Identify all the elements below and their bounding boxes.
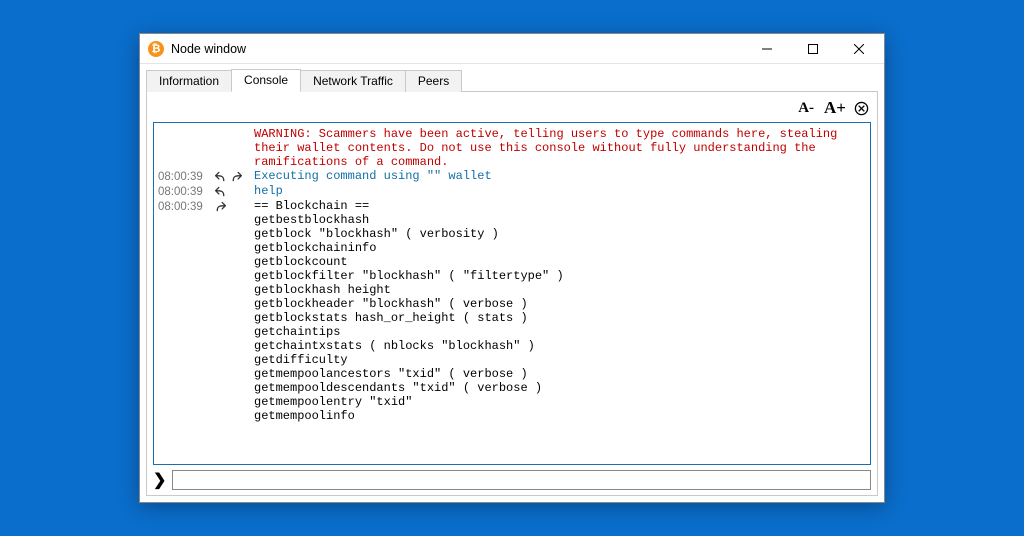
row-icon [214, 169, 254, 183]
app-icon: ₿ [148, 41, 164, 57]
reply-out-icon [214, 170, 227, 183]
console-toolbar: A- A+ [153, 97, 871, 122]
console-warning-row: WARNING: Scammers have been active, tell… [158, 127, 864, 169]
row-icon [214, 184, 254, 198]
window-title: Node window [171, 42, 246, 56]
console-output: WARNING: Scammers have been active, tell… [153, 122, 871, 465]
row-icon [214, 127, 254, 128]
console-scroll[interactable]: WARNING: Scammers have been active, tell… [154, 123, 870, 464]
tab-content: A- A+ WARNING: Scammers have been active… [146, 91, 878, 496]
font-smaller-button[interactable]: A- [796, 100, 816, 117]
tab-information[interactable]: Information [146, 70, 232, 92]
console-input[interactable] [172, 470, 871, 490]
timestamp: 08:00:39 [158, 184, 214, 199]
node-window: ₿ Node window Information Console Networ… [139, 33, 885, 503]
font-larger-button[interactable]: A+ [822, 98, 848, 118]
console-row: 08:00:39 == Blockchain == getbestblockha… [158, 199, 864, 423]
prompt-icon: ❯ [153, 470, 166, 490]
console-row: 08:00:39 Executing command using "" wall… [158, 169, 864, 184]
reply-in-icon [214, 200, 227, 213]
minimize-button[interactable] [744, 34, 790, 63]
reply-in-icon [230, 170, 243, 183]
window-controls [744, 34, 882, 63]
titlebar: ₿ Node window [140, 34, 884, 64]
tab-bar: Information Console Network Traffic Peer… [146, 69, 878, 92]
row-icon [214, 199, 254, 213]
clear-console-button[interactable] [854, 101, 869, 116]
tab-network-traffic[interactable]: Network Traffic [300, 70, 406, 92]
tab-console[interactable]: Console [231, 69, 301, 92]
timestamp: 08:00:39 [158, 199, 214, 214]
console-input-bar: ❯ [153, 465, 871, 490]
warning-text: WARNING: Scammers have been active, tell… [254, 127, 864, 169]
console-row: 08:00:39 help [158, 184, 864, 199]
close-button[interactable] [836, 34, 882, 63]
timestamp: 08:00:39 [158, 169, 214, 184]
client-area: Information Console Network Traffic Peer… [140, 64, 884, 502]
console-text: help [254, 184, 864, 198]
maximize-button[interactable] [790, 34, 836, 63]
console-text: Executing command using "" wallet [254, 169, 864, 183]
tab-peers[interactable]: Peers [405, 70, 462, 92]
timestamp [158, 127, 214, 128]
console-text: == Blockchain == getbestblockhash getblo… [254, 199, 864, 423]
reply-out-icon [214, 185, 227, 198]
